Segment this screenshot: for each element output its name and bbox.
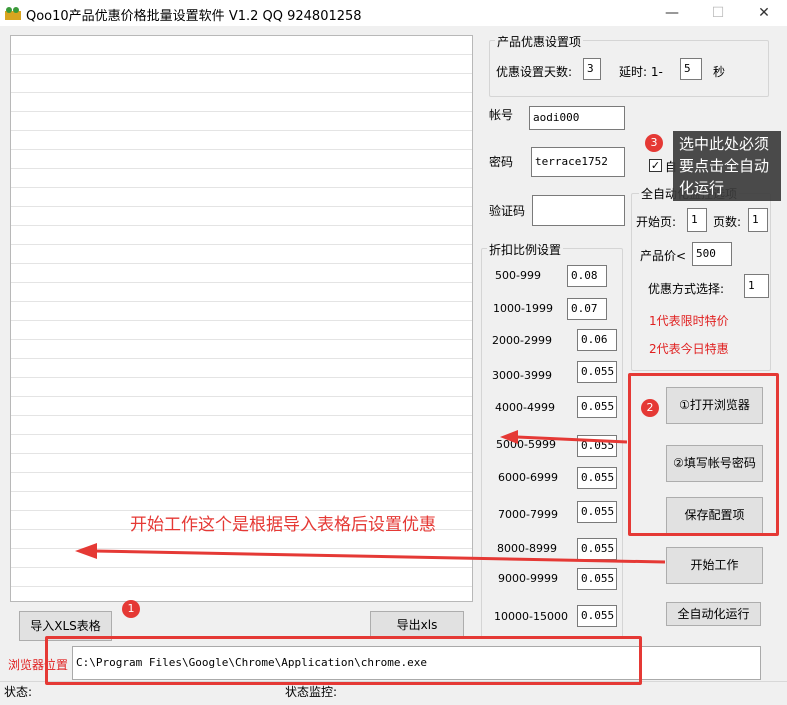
delay-unit: 秒 [713, 65, 726, 79]
annotation-badge: 1 [122, 600, 140, 618]
ratio-range-label: 6000-6999 [498, 471, 558, 484]
annotation-box-buttons [628, 373, 779, 536]
annotation-badge: 3 [645, 134, 663, 152]
maximize-button[interactable]: ☐ [695, 0, 741, 26]
captcha-label: 验证码 [489, 204, 526, 218]
delay-label: 延时: 1- [619, 65, 663, 79]
password-label: 密码 [489, 155, 514, 169]
window-title: Qoo10产品优惠价格批量设置软件 V1.2 QQ 924801258 [26, 9, 362, 24]
delay-input[interactable]: 5 [680, 58, 702, 80]
ratio-group-title: 折扣比例设置 [487, 241, 564, 258]
close-button[interactable]: ✕ [741, 0, 787, 26]
ratio-range-label: 8000-8999 [497, 542, 557, 555]
ratio-value-input[interactable]: 0.055 [577, 467, 617, 489]
ratio-range-label: 2000-2999 [492, 334, 552, 347]
start-page-label: 开始页: [636, 215, 677, 229]
start-work-button[interactable]: 开始工作 [666, 547, 763, 584]
annotation-badge: 2 [641, 399, 659, 417]
page-count-label: 页数: [713, 215, 742, 229]
password-input[interactable]: terrace1752 [531, 147, 625, 177]
annotation-start-note: 开始工作这个是根据导入表格后设置优惠 [130, 515, 436, 535]
ratio-range-label: 5000-5999 [496, 438, 556, 451]
ratio-value-input[interactable]: 0.055 [577, 396, 617, 418]
ratio-value-input[interactable]: 0.08 [567, 265, 607, 287]
ratio-value-input[interactable]: 0.055 [577, 605, 617, 627]
status-label: 状态: [4, 685, 33, 699]
captcha-input[interactable] [532, 195, 625, 226]
days-input[interactable]: 3 [583, 58, 601, 80]
ratio-range-label: 9000-9999 [498, 572, 558, 585]
ratio-range-label: 10000-15000 [494, 610, 568, 623]
ratio-value-input[interactable]: 0.055 [577, 435, 617, 457]
ratio-value-input[interactable]: 0.055 [577, 538, 617, 560]
start-page-input[interactable]: 1 [687, 208, 707, 232]
ratio-range-label: 1000-1999 [493, 302, 553, 315]
app-icon [5, 7, 21, 20]
ratio-value-input[interactable]: 0.06 [577, 329, 617, 351]
username-label: 帐号 [489, 108, 514, 122]
minimize-button[interactable]: — [649, 0, 695, 26]
monitor-status-label: 状态监控: [285, 685, 338, 699]
price-input[interactable]: 500 [692, 242, 732, 266]
ratio-range-label: 7000-7999 [498, 508, 558, 521]
annotation-tooltip: 选中此处必须要点击全自动化运行 [673, 131, 781, 201]
mode-hint-limited: 1代表限时特价 [649, 314, 729, 328]
auto-run-checkbox[interactable]: ✓ [649, 159, 662, 172]
ratio-value-input[interactable]: 0.055 [577, 568, 617, 590]
username-input[interactable]: aodi000 [529, 106, 625, 130]
ratio-value-input[interactable]: 0.055 [577, 361, 617, 383]
auto-run-button[interactable]: 全自动化运行 [666, 602, 761, 626]
ratio-value-input[interactable]: 0.07 [567, 298, 607, 320]
export-xls-button[interactable]: 导出xls [370, 611, 464, 639]
ratio-value-input[interactable]: 0.055 [577, 501, 617, 523]
page-count-input[interactable]: 1 [748, 208, 768, 232]
mode-input[interactable]: 1 [744, 274, 769, 298]
ratio-range-label: 4000-4999 [495, 401, 555, 414]
price-label: 产品价< [640, 249, 687, 263]
days-label: 优惠设置天数: [496, 65, 573, 79]
ratio-range-label: 500-999 [495, 269, 541, 282]
ratio-range-label: 3000-3999 [492, 369, 552, 382]
annotation-box-browser-path [45, 636, 642, 685]
discount-settings-title: 产品优惠设置项 [495, 33, 584, 50]
mode-label: 优惠方式选择: [648, 282, 725, 296]
mode-hint-today: 2代表今日特惠 [649, 342, 729, 356]
